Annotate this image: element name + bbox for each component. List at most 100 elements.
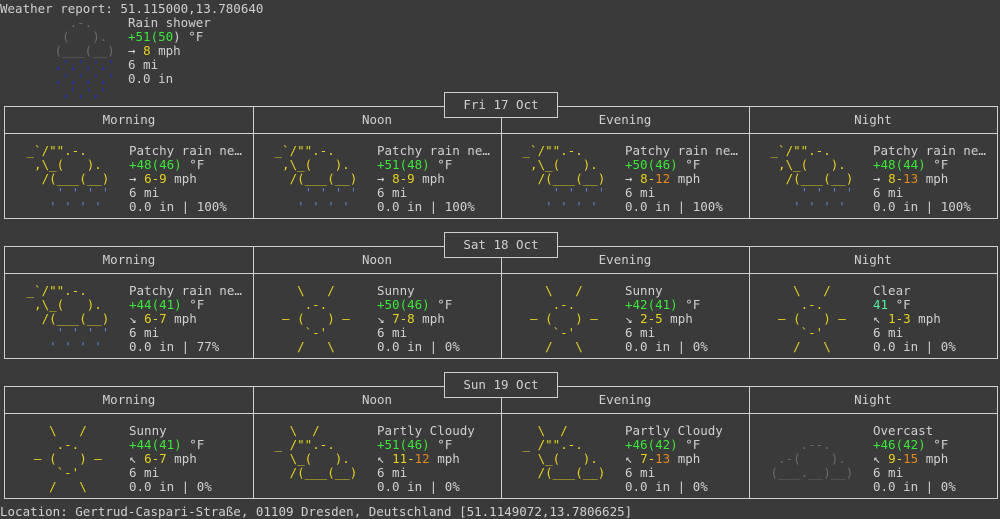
- day-label: Sat 18 Oct: [444, 232, 558, 258]
- period-cell: \ / _ /"".-. \_( ). /(___(__) Partly Clo…: [501, 414, 749, 498]
- period-info: Patchy rain ne… +48(46) °F → 6-9 mph 6 m…: [129, 144, 242, 214]
- period-info: Sunny +42(41) °F ↘ 2-5 mph 6 mi 0.0 in |…: [625, 284, 708, 354]
- visibility: 6 mi: [873, 465, 904, 480]
- wind-gust: 12: [414, 451, 430, 466]
- visibility: 6 mi: [129, 465, 160, 480]
- period-info: Patchy rain ne… +51(48) °F → 8-9 mph 6 m…: [377, 144, 490, 214]
- report-title: Weather report: 51.115000,13.780640: [0, 1, 264, 16]
- period-cell: _`/"".-. ,\_( ). /(___(__) ' ' ' ' ' ' '…: [5, 274, 253, 358]
- wind-gust: 12: [655, 171, 671, 186]
- wind-speed: 11-: [392, 451, 415, 466]
- current-precip: 0.0 in: [128, 71, 174, 86]
- visibility: 6 mi: [377, 325, 408, 340]
- period-cell: \ / .-. ― ( ) ― `-' / \ Sunny +50(46) °F…: [253, 274, 501, 358]
- condition-text: Sunny: [625, 284, 663, 298]
- feels-like: 46: [407, 437, 423, 452]
- partly-cloudy-icon: \ / _ /"".-. \_( ). /(___(__): [267, 423, 365, 480]
- precipitation: 0.0 in | 100%: [625, 199, 723, 214]
- temperature: +48: [129, 157, 152, 172]
- feels-like: 42: [655, 437, 671, 452]
- condition-text: Partly Cloudy: [625, 424, 723, 438]
- wind-gust: 15: [903, 451, 919, 466]
- temperature: +44: [129, 437, 152, 452]
- visibility: 6 mi: [625, 465, 656, 480]
- wind-speed: 8-: [640, 171, 656, 186]
- period-info: Sunny +50(46) °F ↘ 7-8 mph 6 mi 0.0 in |…: [377, 284, 460, 354]
- wind-arrow: ↘: [129, 311, 145, 326]
- period-cell: _`/"".-. ,\_( ). /(___(__) ' ' ' ' ' ' '…: [5, 134, 253, 218]
- feels-like: 46: [407, 297, 423, 312]
- period-cell: .--. .-( ). (___.__)__) Overcast +46(42)…: [749, 414, 997, 498]
- feels-like: 46: [655, 157, 671, 172]
- visibility: 6 mi: [873, 185, 904, 200]
- temperature: +48: [873, 157, 896, 172]
- feels-like: 41: [655, 297, 671, 312]
- visibility: 6 mi: [625, 185, 656, 200]
- feels-like: 44: [903, 157, 919, 172]
- period-info: Patchy rain ne… +44(41) °F ↘ 6-7 mph 6 m…: [129, 284, 242, 354]
- precipitation: 0.0 in | 0%: [873, 479, 956, 494]
- precipitation: 0.0 in | 0%: [129, 479, 212, 494]
- wind-arrow: →: [129, 171, 145, 186]
- current-wind-arrow: →: [128, 43, 144, 58]
- period-info: Sunny +44(41) °F ↖ 6-7 mph 6 mi 0.0 in |…: [129, 424, 212, 494]
- day-forecast-table: Morning Noon Evening Night _`/"".-. ,\_( ).…: [4, 246, 998, 359]
- wind-speed: 6-7: [144, 311, 167, 326]
- condition-text: Patchy rain ne…: [377, 144, 490, 158]
- precipitation: 0.0 in | 100%: [377, 199, 475, 214]
- current-wind: 8: [143, 43, 151, 58]
- day-label: Sun 19 Oct: [444, 372, 558, 398]
- wind-arrow: →: [625, 171, 641, 186]
- period-info: Clear 41 °F ↖ 1-3 mph 6 mi 0.0 in | 0%: [873, 284, 956, 354]
- period-info: Patchy rain ne… +50(46) °F → 8-12 mph 6 …: [625, 144, 738, 214]
- wind-speed: 1-3: [888, 311, 911, 326]
- period-info: Overcast +46(42) °F ↖ 9-15 mph 6 mi 0.0 …: [873, 424, 956, 494]
- temperature: +51: [377, 437, 400, 452]
- wind-speed: 6-7: [144, 451, 167, 466]
- temperature: +46: [873, 437, 896, 452]
- wind-gust: 13: [655, 451, 671, 466]
- patchy-rain-icon: _`/"".-. ,\_( ). /(___(__) ' ' ' ' ' ' '…: [19, 143, 125, 214]
- period-cell: _`/"".-. ,\_( ). /(___(__) ' ' ' ' ' ' '…: [749, 134, 997, 218]
- wind-speed: 8-9: [392, 171, 415, 186]
- visibility: 6 mi: [129, 325, 160, 340]
- wind-arrow: ↘: [625, 311, 641, 326]
- current-temp: +51(: [128, 29, 159, 44]
- temperature: +42: [625, 297, 648, 312]
- period-cell: _`/"".-. ,\_( ). /(___(__) ' ' ' ' ' ' '…: [253, 134, 501, 218]
- condition-text: Patchy rain ne…: [873, 144, 986, 158]
- visibility: 6 mi: [873, 325, 904, 340]
- temperature: +50: [625, 157, 648, 172]
- precipitation: 0.0 in | 100%: [129, 199, 227, 214]
- patchy-rain-icon: _`/"".-. ,\_( ). /(___(__) ' ' ' ' ' ' '…: [19, 283, 125, 354]
- sunny-icon: \ / .-. ― ( ) ― `-' / \: [19, 423, 117, 494]
- patchy-rain-icon: _`/"".-. ,\_( ). /(___(__) ' ' ' ' ' ' '…: [267, 143, 373, 214]
- feels-like: 41: [873, 297, 889, 312]
- partly-cloudy-icon: \ / _ /"".-. \_( ). /(___(__): [515, 423, 613, 480]
- feels-like: 41: [159, 297, 175, 312]
- rain-shower-icon: .-. ( ). (___(__) ‚'‚'‚'‚' ‚'‚'‚'‚' ‚'‚'…: [32, 15, 115, 100]
- precipitation: 0.0 in | 0%: [625, 339, 708, 354]
- feels-like: 41: [159, 437, 175, 452]
- temperature: +51: [377, 157, 400, 172]
- temperature: +50: [377, 297, 400, 312]
- patchy-rain-icon: _`/"".-. ,\_( ). /(___(__) ' ' ' ' ' ' '…: [515, 143, 621, 214]
- wind-speed: 6-9: [144, 171, 167, 186]
- location-line: Location: Gertrud-Caspari-Straße, 01109 …: [0, 504, 633, 519]
- current-visibility: 6 mi: [128, 57, 159, 72]
- wind-arrow: ↖: [873, 451, 889, 466]
- wind-arrow: ↖: [377, 451, 393, 466]
- visibility: 6 mi: [129, 185, 160, 200]
- precipitation: 0.0 in | 100%: [873, 199, 971, 214]
- condition-text: Sunny: [377, 284, 415, 298]
- period-cell: \ / _ /"".-. \_( ). /(___(__) Partly Clo…: [253, 414, 501, 498]
- precipitation: 0.0 in | 0%: [377, 479, 460, 494]
- period-header: Night: [854, 392, 892, 407]
- period-info: Partly Cloudy +46(42) °F ↖ 7-13 mph 6 mi…: [625, 424, 723, 494]
- period-cell: _`/"".-. ,\_( ). /(___(__) ' ' ' ' ' ' '…: [501, 134, 749, 218]
- wind-speed: 7-8: [392, 311, 415, 326]
- condition-text: Patchy rain ne…: [129, 284, 242, 298]
- feels-like: 42: [903, 437, 919, 452]
- wind-speed: 8-: [888, 171, 904, 186]
- period-cell: \ / .-. ― ( ) ― `-' / \ Sunny +44(41) °F…: [5, 414, 253, 498]
